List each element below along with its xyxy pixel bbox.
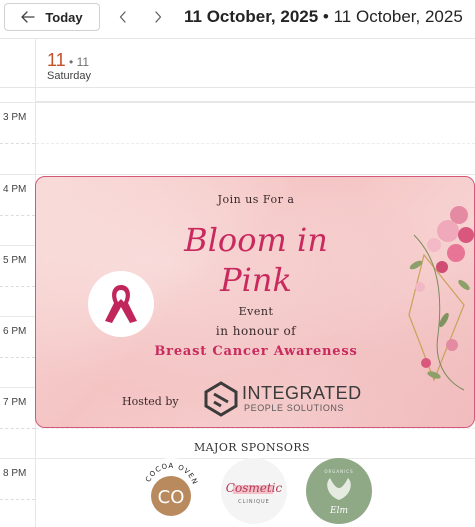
half-hour-gridline — [0, 286, 35, 287]
day-secondary-number: 11 — [76, 55, 90, 69]
hour-label: 8 PM — [3, 468, 27, 479]
hour-gridline — [0, 102, 475, 103]
hour-label: 7 PM — [3, 397, 27, 408]
sponsor2-name: Cosmetic — [226, 481, 283, 495]
half-hour-gridline — [0, 143, 35, 144]
sponsors-title: MAJOR SPONSORS — [194, 441, 310, 454]
calendar-event-card[interactable]: Join us For a Bloom in Pink Event in hon… — [35, 176, 475, 428]
hour-label: 3 PM — [3, 112, 27, 123]
sponsor-logo-cosmetic-clinique: Cosmetic CLINIQUE — [221, 458, 287, 524]
today-label: Today — [45, 9, 83, 25]
hour-label: 4 PM — [3, 184, 27, 195]
floral-decoration-icon — [404, 195, 474, 400]
sponsor2-subtitle: CLINIQUE — [238, 499, 270, 505]
half-hour-gridline — [0, 215, 35, 216]
half-hour-gridline — [36, 428, 475, 429]
half-hour-gridline — [36, 143, 475, 144]
sponsor-logo-cocoa-oven: COCOA OVEN CO — [138, 458, 204, 524]
host-name: INTEGRATED — [242, 383, 362, 403]
day-weekday: Saturday — [47, 70, 92, 82]
pink-ribbon-icon — [88, 271, 154, 337]
arrow-left-icon — [21, 11, 35, 23]
day-number-value: 11 — [47, 50, 66, 70]
sponsor1-monogram: CO — [158, 487, 185, 508]
sponsor3-name: Elm — [329, 506, 348, 516]
sponsor-logo-elm-organics: ORGANICS Elm — [306, 458, 372, 524]
host-subtitle: PEOPLE SOLUTIONS — [244, 403, 345, 413]
half-hour-gridline — [0, 428, 35, 429]
chevron-left-icon — [119, 11, 126, 23]
next-day-button[interactable] — [148, 7, 168, 27]
date-range-primary: 11 October, 2025 — [184, 7, 319, 26]
today-button[interactable]: Today — [4, 3, 100, 31]
integrated-logo-icon — [204, 381, 238, 422]
half-hour-gridline — [0, 499, 35, 500]
calendar-toolbar: Today 11 October, 2025 • 11 October, 202… — [0, 0, 475, 36]
sponsor3-top: ORGANICS — [324, 469, 353, 474]
chevron-right-icon — [155, 11, 162, 23]
date-range-title: 11 October, 2025 • 11 October, 2025 — [184, 7, 463, 27]
half-hour-gridline — [0, 357, 35, 358]
hour-gridline — [0, 174, 475, 175]
date-range-separator: • — [318, 7, 334, 26]
date-range-secondary: 11 October, 2025 — [333, 7, 463, 26]
previous-day-button[interactable] — [113, 7, 133, 27]
hour-label: 5 PM — [3, 255, 27, 266]
day-number[interactable]: 11 • 11 — [47, 50, 89, 71]
hosted-by-label: Hosted by — [122, 395, 179, 408]
hour-label: 6 PM — [3, 326, 27, 337]
day-number-separator: • — [65, 55, 77, 69]
